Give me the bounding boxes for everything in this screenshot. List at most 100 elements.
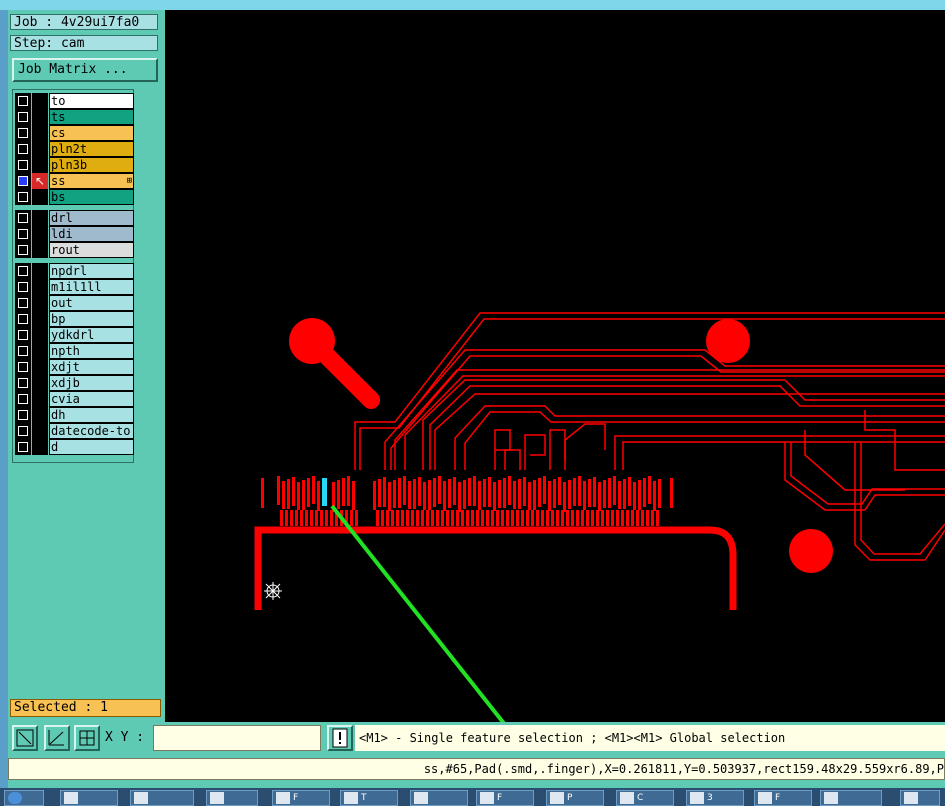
layer-row-ldi[interactable]: ldi [15, 226, 134, 242]
layer-name[interactable]: xdjb [49, 375, 134, 391]
layer-checkbox[interactable] [15, 242, 31, 258]
layer-row-xdjt[interactable]: xdjt [15, 359, 134, 375]
taskbar-button[interactable] [206, 790, 258, 806]
taskbar-button[interactable] [4, 790, 44, 806]
layer-affected-marker[interactable] [32, 311, 48, 327]
layer-checkbox[interactable] [15, 423, 31, 439]
layer-name[interactable]: ts [49, 109, 134, 125]
layer-affected-marker[interactable] [32, 210, 48, 226]
layer-checkbox[interactable] [15, 210, 31, 226]
layer-checkbox[interactable] [15, 327, 31, 343]
taskbar-button[interactable]: F [476, 790, 534, 806]
graphics-canvas[interactable] [165, 10, 945, 722]
layer-checkbox[interactable] [15, 359, 31, 375]
layer-affected-marker[interactable] [32, 263, 48, 279]
layer-checkbox[interactable] [15, 295, 31, 311]
layer-name[interactable]: bs [49, 189, 134, 205]
layer-name[interactable]: drl [49, 210, 134, 226]
alert-button[interactable] [327, 725, 353, 751]
layer-affected-marker[interactable] [32, 157, 48, 173]
layer-row-datecode-to[interactable]: datecode-to [15, 423, 134, 439]
layer-row-ydkdrl[interactable]: ydkdrl [15, 327, 134, 343]
layer-row-pln2t[interactable]: pln2t [15, 141, 134, 157]
layer-checkbox[interactable] [15, 375, 31, 391]
layer-row-drl[interactable]: drl [15, 210, 134, 226]
layer-name[interactable]: out [49, 295, 134, 311]
layer-row-npdrl[interactable]: npdrl [15, 263, 134, 279]
layer-row-m1il1ll[interactable]: m1il1ll [15, 279, 134, 295]
layer-checkbox[interactable] [15, 173, 31, 189]
layer-row-dh[interactable]: dh [15, 407, 134, 423]
layer-row-ts[interactable]: ts [15, 109, 134, 125]
layer-affected-marker[interactable] [32, 407, 48, 423]
layer-name[interactable]: cvia [49, 391, 134, 407]
layer-affected-marker[interactable] [32, 279, 48, 295]
layer-name[interactable]: pln2t [49, 141, 134, 157]
layer-checkbox[interactable] [15, 311, 31, 327]
layer-affected-marker[interactable] [32, 327, 48, 343]
layer-name[interactable]: d [49, 439, 134, 455]
layer-affected-marker[interactable] [32, 391, 48, 407]
layer-row-ss[interactable]: ↖ ss ⊞ [15, 173, 134, 189]
layer-name[interactable]: datecode-to [49, 423, 134, 439]
taskbar-button[interactable]: F [754, 790, 812, 806]
taskbar-button[interactable] [60, 790, 118, 806]
job-matrix-button[interactable]: Job Matrix ... [12, 58, 158, 82]
taskbar-button[interactable]: F [272, 790, 330, 806]
layer-name[interactable]: rout [49, 242, 134, 258]
layer-name[interactable]: npth [49, 343, 134, 359]
layer-name[interactable]: pln3b [49, 157, 134, 173]
layer-row-cs[interactable]: cs [15, 125, 134, 141]
work-layer-arrow-icon[interactable]: ↖ [32, 173, 48, 189]
layer-checkbox[interactable] [15, 109, 31, 125]
layer-checkbox[interactable] [15, 407, 31, 423]
layer-checkbox[interactable] [15, 439, 31, 455]
layer-affected-marker[interactable] [32, 226, 48, 242]
layer-name[interactable]: ldi [49, 226, 134, 242]
taskbar-button[interactable]: T [340, 790, 398, 806]
layer-affected-marker[interactable] [32, 242, 48, 258]
layer-name[interactable]: xdjt [49, 359, 134, 375]
snap-grid-button[interactable] [74, 725, 100, 751]
layer-checkbox[interactable] [15, 343, 31, 359]
layer-affected-marker[interactable] [32, 189, 48, 205]
layer-affected-marker[interactable] [32, 125, 48, 141]
layer-row-bs[interactable]: bs [15, 189, 134, 205]
layer-affected-marker[interactable] [32, 439, 48, 455]
taskbar-button[interactable]: P [546, 790, 604, 806]
layer-name[interactable]: ss ⊞ [49, 173, 134, 189]
taskbar-button[interactable]: C [616, 790, 674, 806]
taskbar-button[interactable] [410, 790, 468, 806]
layer-name[interactable]: cs [49, 125, 134, 141]
layer-affected-marker[interactable] [32, 423, 48, 439]
measure-button[interactable] [44, 725, 70, 751]
xy-coordinate-input[interactable] [153, 725, 321, 751]
layer-checkbox[interactable] [15, 279, 31, 295]
layer-name[interactable]: npdrl [49, 263, 134, 279]
layer-name[interactable]: ydkdrl [49, 327, 134, 343]
layer-row-pln3b[interactable]: pln3b [15, 157, 134, 173]
zoom-window-button[interactable] [12, 725, 38, 751]
layer-checkbox[interactable] [15, 125, 31, 141]
layer-affected-marker[interactable] [32, 375, 48, 391]
layer-name[interactable]: to [49, 93, 134, 109]
layer-row-d[interactable]: d [15, 439, 134, 455]
layer-checkbox[interactable] [15, 189, 31, 205]
layer-affected-marker[interactable] [32, 109, 48, 125]
layer-row-npth[interactable]: npth [15, 343, 134, 359]
layer-name[interactable]: m1il1ll [49, 279, 134, 295]
layer-checkbox[interactable] [15, 391, 31, 407]
layer-affected-marker[interactable] [32, 141, 48, 157]
layer-row-to[interactable]: to [15, 93, 134, 109]
taskbar-button[interactable]: 3 [686, 790, 744, 806]
layer-checkbox[interactable] [15, 157, 31, 173]
layer-name[interactable]: bp [49, 311, 134, 327]
layer-affected-marker[interactable] [32, 93, 48, 109]
taskbar-button[interactable] [130, 790, 194, 806]
layer-checkbox[interactable] [15, 141, 31, 157]
layer-row-cvia[interactable]: cvia [15, 391, 134, 407]
layer-checkbox[interactable] [15, 263, 31, 279]
layer-checkbox[interactable] [15, 226, 31, 242]
layer-name[interactable]: dh [49, 407, 134, 423]
layer-checkbox[interactable] [15, 93, 31, 109]
